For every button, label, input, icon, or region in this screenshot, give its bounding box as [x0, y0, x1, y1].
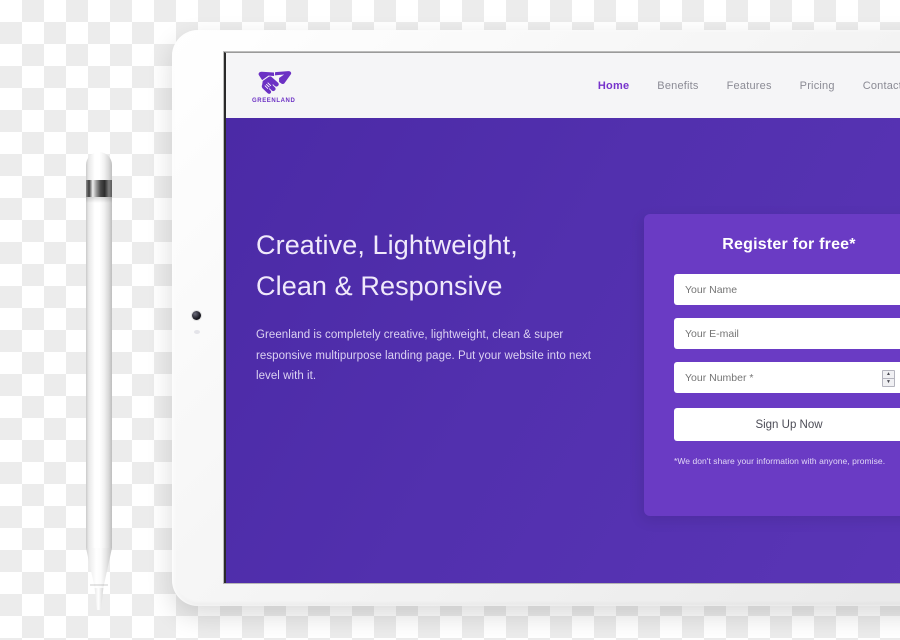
- nav-item-features[interactable]: Features: [727, 80, 772, 92]
- name-field-wrap: [674, 274, 900, 305]
- hero-section: Creative, Lightweight, Clean & Responsiv…: [226, 118, 900, 583]
- hero-title-line-1: Creative, Lightweight,: [256, 230, 518, 260]
- tablet-screen: GREENLAND Home Benefits Features Pricing…: [224, 52, 900, 583]
- nav-item-home[interactable]: Home: [598, 80, 629, 92]
- brand-logo[interactable]: GREENLAND: [252, 68, 295, 104]
- number-field-wrap: ▲ ▼: [674, 362, 900, 393]
- nav-item-benefits[interactable]: Benefits: [657, 80, 698, 92]
- hero-subtitle: Greenland is completely creative, lightw…: [256, 329, 591, 382]
- stylus[interactable]: [86, 152, 112, 610]
- sign-up-button[interactable]: Sign Up Now: [674, 408, 900, 441]
- tablet-device: GREENLAND Home Benefits Features Pricing…: [172, 30, 900, 606]
- brand-name: GREENLAND: [252, 97, 296, 104]
- privacy-note: *We don't share your information with an…: [674, 456, 886, 466]
- hero-title: Creative, Lightweight, Clean & Responsiv…: [256, 225, 596, 307]
- nav-item-pricing[interactable]: Pricing: [800, 80, 835, 92]
- stylus-body: [86, 152, 112, 552]
- hero-copy: Creative, Lightweight, Clean & Responsiv…: [256, 225, 596, 386]
- email-input[interactable]: [674, 318, 900, 349]
- register-form-title: Register for free*: [722, 236, 856, 253]
- stepper-down-icon[interactable]: ▼: [883, 378, 894, 386]
- email-field-wrap: [674, 318, 900, 349]
- nav-item-contact[interactable]: Contact: [863, 80, 900, 92]
- stepper-up-icon[interactable]: ▲: [883, 371, 894, 378]
- name-input[interactable]: [674, 274, 900, 305]
- stylus-tip: [94, 588, 104, 610]
- stylus-band: [86, 180, 112, 197]
- screenshot-canvas: GREENLAND Home Benefits Features Pricing…: [0, 0, 900, 640]
- number-input[interactable]: [674, 362, 900, 393]
- stylus-tip-line: [90, 584, 108, 586]
- camera-reflection: [194, 330, 200, 334]
- stylus-band-shadow: [86, 197, 112, 203]
- register-form-panel: Register for free* ▲ ▼ Sign: [644, 214, 900, 516]
- handshake-icon: [258, 70, 291, 94]
- hero-title-line-2: Clean & Responsive: [256, 271, 503, 302]
- main-nav: Home Benefits Features Pricing Contact: [598, 80, 900, 92]
- camera-dot-icon: [192, 311, 201, 320]
- site-header: GREENLAND Home Benefits Features Pricing…: [226, 53, 900, 118]
- number-stepper[interactable]: ▲ ▼: [882, 370, 895, 387]
